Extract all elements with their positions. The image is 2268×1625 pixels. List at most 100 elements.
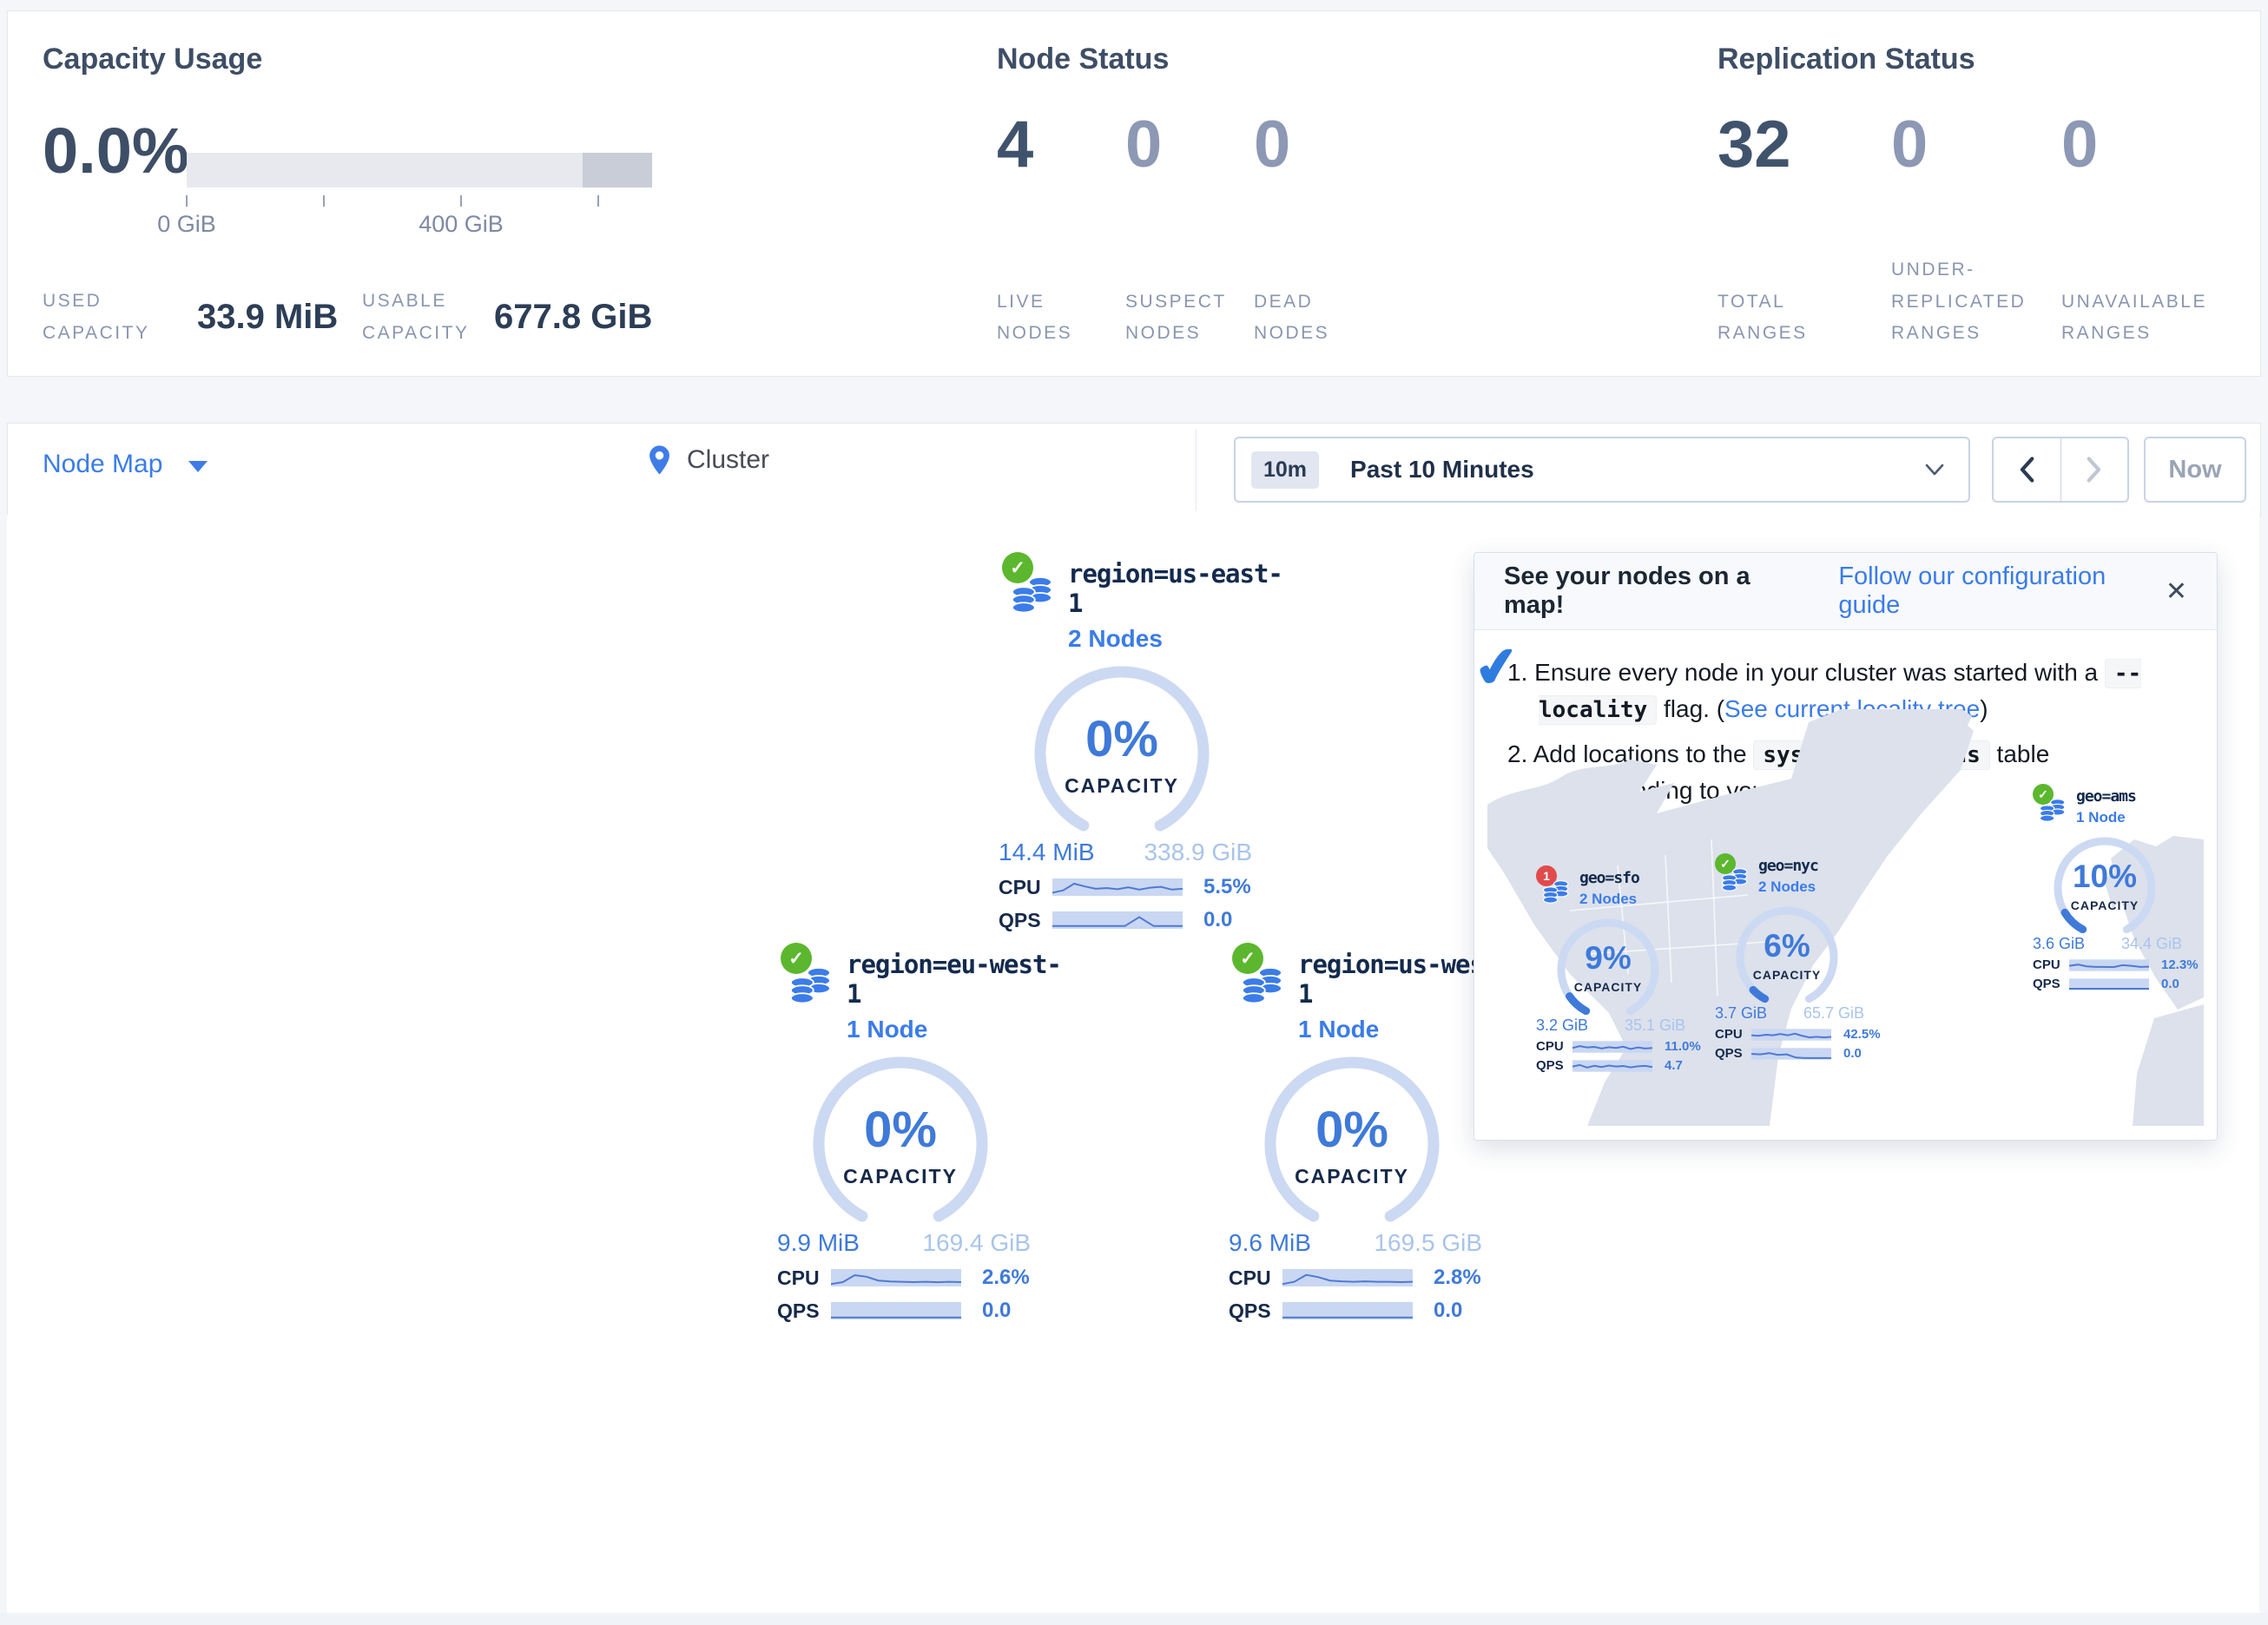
configuration-guide-link[interactable]: Follow our configuration guide xyxy=(1838,562,2166,620)
capacity-word: CAPACITY xyxy=(1009,774,1235,798)
used-capacity: 3.7 GiB xyxy=(1715,1004,1767,1023)
cpu-metric-row: CPU 5.5% xyxy=(999,875,1285,899)
node-count-link[interactable]: 2 Nodes xyxy=(1579,891,1717,908)
step-text: Ensure every node in your cluster was st… xyxy=(1534,659,2105,686)
capacity-usage-title: Capacity Usage xyxy=(43,43,262,76)
capacity-percent: 0% xyxy=(1009,710,1235,768)
cpu-label: CPU xyxy=(1229,1266,1282,1290)
time-step-forward-button[interactable] xyxy=(2061,438,2128,501)
replication-status-values: 32 0 0 xyxy=(1717,107,2235,182)
qps-label: QPS xyxy=(2033,977,2069,991)
sparkline-chart xyxy=(1282,1267,1413,1288)
cpu-value: 2.6% xyxy=(982,1266,1030,1290)
node-locality-label: geo=sfo xyxy=(1579,867,1717,887)
sparkline-chart xyxy=(1572,1040,1652,1054)
node-count-link[interactable]: 1 Node xyxy=(2076,809,2204,826)
capacity-values: 9.6 MiB 169.5 GiB xyxy=(1229,1229,1482,1257)
now-button[interactable]: Now xyxy=(2144,437,2246,503)
cpu-value: 42.5% xyxy=(1843,1027,1881,1042)
capacity-bar xyxy=(187,153,652,188)
cpu-metric-row: CPU 12.3% xyxy=(2033,957,2204,972)
qps-metric-row: QPS 4.7 xyxy=(1536,1058,1717,1073)
time-range-badge: 10m xyxy=(1251,451,1319,489)
node-card-region-eu-west-1[interactable]: ✓ region=eu-west-1 1 Node 0% CAPACITY 9.… xyxy=(777,946,1064,1323)
dead-nodes-label: DEAD NODES xyxy=(1254,286,1393,351)
time-range-dropdown[interactable]: 10m Past 10 Minutes xyxy=(1234,437,1970,503)
node-card-geo-sfo[interactable]: 1 geo=sfo 2 Nodes 9% CAPACITY 3.2 GiB 35… xyxy=(1536,867,1717,1073)
under-replicated-ranges-count: 0 xyxy=(1891,107,2061,182)
cpu-label: CPU xyxy=(777,1266,831,1290)
node-card-geo-nyc[interactable]: ✓ geo=nyc 2 Nodes 6% CAPACITY 3.7 GiB 65… xyxy=(1715,855,1895,1061)
breadcrumb-label: Cluster xyxy=(687,445,769,475)
suspect-nodes-label: SUSPECT NODES xyxy=(1125,286,1254,351)
sparkline-chart xyxy=(2069,977,2149,991)
used-capacity-label: USED CAPACITY xyxy=(43,286,149,350)
node-card-region-us-east-1[interactable]: ✓ region=us-east-1 2 Nodes 0% CAPACITY 1… xyxy=(999,556,1285,932)
sparkline-chart xyxy=(2069,958,2149,972)
cpu-value: 2.8% xyxy=(1434,1266,1481,1290)
node-card-header: ✓ region=us-east-1 2 Nodes xyxy=(999,556,1285,653)
node-card-region-us-west-1[interactable]: ✓ region=us-west-1 1 Node 0% CAPACITY 9.… xyxy=(1229,946,1515,1323)
qps-value: 0.0 xyxy=(982,1299,1011,1323)
total-capacity: 34.4 GiB xyxy=(2121,935,2182,953)
popup-title: See your nodes on a map! xyxy=(1504,562,1809,620)
used-capacity: 9.9 MiB xyxy=(777,1229,860,1257)
unavailable-ranges-count: 0 xyxy=(2061,107,2235,182)
capacity-percent: 9% xyxy=(1543,940,1673,977)
qps-value: 0.0 xyxy=(2161,977,2179,991)
capacity-word: CAPACITY xyxy=(1543,980,1673,994)
used-capacity: 14.4 MiB xyxy=(999,839,1095,866)
qps-label: QPS xyxy=(777,1299,831,1323)
capacity-values: 3.6 GiB 34.4 GiB xyxy=(2033,935,2182,953)
sparkline-chart xyxy=(831,1300,961,1321)
capacity-axis-label-400: 400 GiB xyxy=(400,211,522,238)
node-card-geo-ams[interactable]: ✓ geo=ams 1 Node 10% CAPACITY 3.6 GiB 34… xyxy=(2033,786,2204,991)
under-replicated-ranges-label: UNDER- REPLICATED RANGES xyxy=(1891,254,2061,350)
check-mark-icon: ✔ xyxy=(1470,633,1524,702)
capacity-axis-tick xyxy=(597,195,599,207)
capacity-percent: 10% xyxy=(2040,859,2170,895)
cpu-label: CPU xyxy=(2033,957,2069,972)
node-status-labels: LIVE NODES SUSPECT NODES DEAD NODES xyxy=(997,244,1393,350)
node-map-canvas: ✓ region=us-east-1 2 Nodes 0% CAPACITY 1… xyxy=(7,515,2259,1613)
capacity-gauge: 6% CAPACITY xyxy=(1722,902,1852,1003)
sparkline-chart xyxy=(1282,1300,1413,1321)
database-icon xyxy=(1239,960,1286,1007)
view-selector-dropdown[interactable]: Node Map xyxy=(43,450,208,479)
total-capacity: 169.4 GiB xyxy=(922,1229,1031,1257)
capacity-used-percent: 0.0% xyxy=(43,114,189,188)
sparkline-chart xyxy=(1751,1047,1831,1061)
caret-down-icon[interactable] xyxy=(188,461,208,472)
cpu-value: 12.3% xyxy=(2161,957,2199,972)
node-count-link[interactable]: 1 Node xyxy=(847,1016,1064,1043)
chevron-down-icon[interactable] xyxy=(1925,464,1944,476)
time-step-back-button[interactable] xyxy=(1994,438,2061,501)
node-count-link[interactable]: 2 Nodes xyxy=(1068,625,1285,653)
close-icon[interactable]: ✕ xyxy=(2166,576,2187,607)
used-capacity: 9.6 MiB xyxy=(1229,1229,1311,1257)
toolbar-divider xyxy=(1196,429,1197,510)
capacity-word: CAPACITY xyxy=(1722,968,1852,982)
node-card-header: 1 geo=sfo 2 Nodes xyxy=(1536,867,1717,912)
sparkline-chart xyxy=(1052,877,1183,898)
node-count-link[interactable]: 2 Nodes xyxy=(1758,878,1895,896)
unavailable-ranges-label: UNAVAILABLE RANGES xyxy=(2061,286,2235,351)
qps-label: QPS xyxy=(1536,1058,1572,1073)
used-capacity: 3.2 GiB xyxy=(1536,1016,1588,1035)
cluster-summary-panel: Capacity Usage 0.0% 0 GiB 400 GiB USED C… xyxy=(7,10,2261,377)
qps-metric-row: QPS 0.0 xyxy=(999,908,1285,932)
total-ranges-label: TOTAL RANGES xyxy=(1717,286,1891,351)
cpu-label: CPU xyxy=(1715,1027,1751,1042)
node-card-header: ✓ geo=nyc 2 Nodes xyxy=(1715,855,1895,900)
capacity-axis-tick xyxy=(186,195,188,207)
capacity-axis-tick xyxy=(460,195,462,207)
live-nodes-count: 4 xyxy=(997,107,1125,182)
capacity-percent: 0% xyxy=(788,1101,1013,1159)
total-capacity: 169.5 GiB xyxy=(1374,1229,1482,1257)
cpu-metric-row: CPU 42.5% xyxy=(1715,1027,1895,1042)
replication-status-labels: TOTAL RANGES UNDER- REPLICATED RANGES UN… xyxy=(1717,244,2235,350)
replication-status-title: Replication Status xyxy=(1717,43,1975,76)
total-capacity: 65.7 GiB xyxy=(1803,1004,1864,1023)
total-capacity: 338.9 GiB xyxy=(1144,839,1252,866)
breadcrumb[interactable]: Cluster xyxy=(648,444,769,476)
